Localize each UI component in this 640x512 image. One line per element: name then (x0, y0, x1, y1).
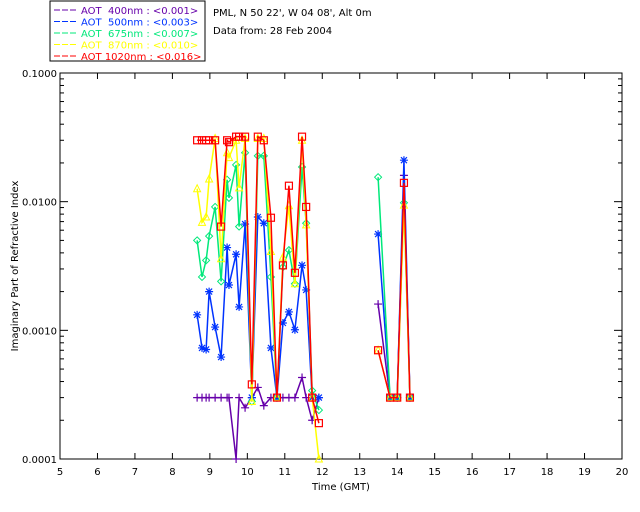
x-tick-label: 7 (132, 467, 138, 478)
x-tick-label: 6 (94, 467, 100, 478)
data-point-asterisk (259, 219, 268, 228)
data-point-asterisk (205, 287, 214, 296)
y-tick-label: 0.0100 (22, 198, 57, 209)
data-point-asterisk (284, 307, 293, 316)
x-tick-label: 14 (391, 467, 404, 478)
plot-frame (59, 72, 623, 460)
legend: AOT 400nm : <0.001>AOT 500nm : <0.003>AO… (49, 0, 206, 63)
data-point-asterisk (224, 281, 233, 290)
legend-entry: AOT 870nm : <0.010> (81, 41, 198, 52)
data-point-plus (241, 403, 250, 412)
x-tick-label: 11 (278, 467, 291, 478)
date-label: Data from: 28 Feb 2004 (213, 26, 332, 37)
data-point-plus (298, 373, 307, 382)
legend-entry: AOT 1020nm : <0.016> (81, 52, 201, 63)
x-tick-label: 10 (241, 467, 254, 478)
data-point-asterisk (235, 302, 244, 311)
data-point-asterisk (223, 243, 232, 252)
data-point-asterisk (202, 345, 211, 354)
y-axis-label: Imaginary Part of Refractive Index (10, 181, 21, 352)
x-tick-label: 17 (503, 467, 516, 478)
x-tick-label: 18 (541, 467, 554, 478)
series-line (377, 160, 411, 399)
chart: AOT 400nm : <0.001>AOT 500nm : <0.003>AO… (10, 0, 629, 493)
site-label: PML, N 50 22', W 04 08', Alt 0m (213, 8, 372, 19)
data-point-asterisk (211, 323, 220, 332)
x-tick-label: 15 (428, 467, 441, 478)
x-tick-label: 5 (57, 467, 63, 478)
data-point-plus (374, 300, 383, 309)
data-point-plus (290, 393, 299, 402)
y-tick-label: 0.1000 (22, 69, 57, 80)
y-tick-label: 0.0001 (22, 455, 57, 466)
data-point-asterisk (399, 156, 408, 165)
series-line (196, 215, 319, 399)
y-tick-label: 0.0010 (22, 326, 57, 337)
data-point-asterisk (298, 261, 307, 270)
x-tick-label: 8 (169, 467, 175, 478)
legend-entry: AOT 400nm : <0.001> (81, 6, 198, 17)
x-tick-label: 12 (316, 467, 329, 478)
data-point-asterisk (290, 325, 299, 334)
legend-entry: AOT 500nm : <0.003> (81, 18, 198, 29)
x-tick-label: 20 (616, 467, 629, 478)
data-point-asterisk (193, 310, 202, 319)
x-tick-label: 13 (353, 467, 366, 478)
x-tick-label: 16 (466, 467, 479, 478)
data-point-plus (232, 455, 241, 463)
data-point-asterisk (232, 250, 241, 259)
legend-entry: AOT 675nm : <0.007> (81, 29, 198, 40)
data-point-asterisk (217, 353, 226, 362)
data-point-plus (224, 393, 233, 402)
data-point-asterisk (253, 213, 262, 222)
x-tick-label: 9 (207, 467, 213, 478)
x-axis-label: Time (GMT) (311, 482, 370, 493)
chart-window: AOT 400nm : <0.001> AOT 500nm : <0.003> AO… (0, 0, 640, 512)
series-2 (192, 148, 415, 415)
x-tick-label: 19 (578, 467, 591, 478)
data-point-plus (235, 393, 244, 402)
